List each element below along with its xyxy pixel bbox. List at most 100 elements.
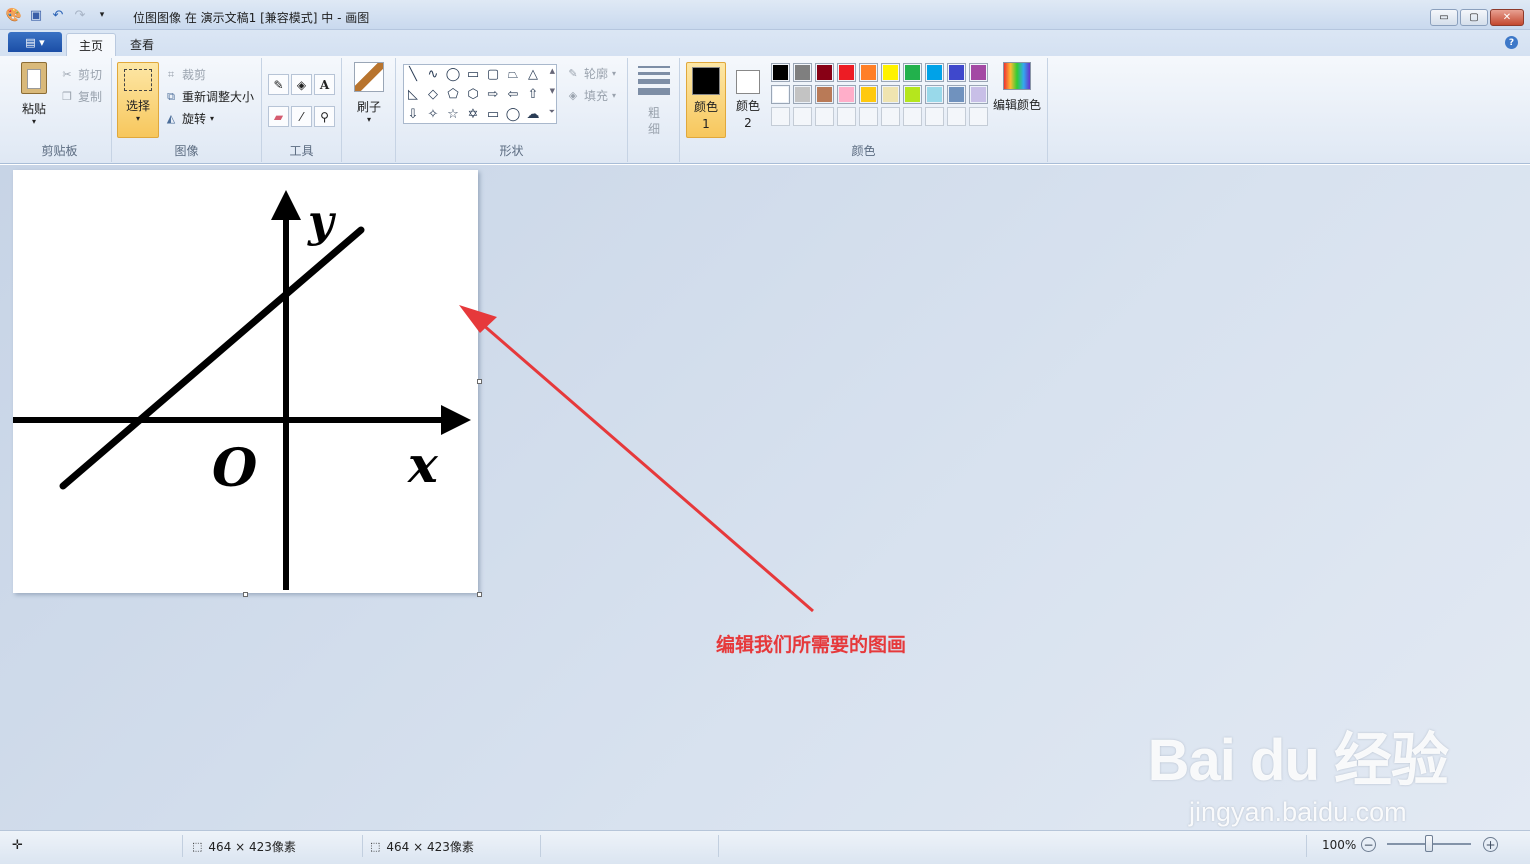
save-icon[interactable]: ▣: [28, 7, 44, 23]
palette-empty-swatch[interactable]: [925, 107, 944, 126]
zoom-out-icon[interactable]: −: [1361, 837, 1376, 852]
help-icon[interactable]: ?: [1505, 36, 1518, 49]
size-button[interactable]: 粗细: [636, 66, 672, 137]
palette-empty-swatch[interactable]: [881, 107, 900, 126]
palette-swatch[interactable]: [793, 63, 812, 82]
palette-empty-swatch[interactable]: [793, 107, 812, 126]
palette-empty-swatch[interactable]: [859, 107, 878, 126]
palette-swatch[interactable]: [969, 63, 988, 82]
palette-swatch[interactable]: [815, 85, 834, 104]
palette-empty-swatch[interactable]: [771, 107, 790, 126]
rounded-rect-shape-icon[interactable]: ▢: [484, 65, 502, 83]
paste-label: 粘贴: [21, 102, 46, 116]
hexagon-shape-icon[interactable]: ⬡: [464, 85, 482, 103]
palette-swatch[interactable]: [925, 63, 944, 82]
cloud-callout-shape-icon[interactable]: ☁: [524, 105, 542, 123]
rect-callout-shape-icon[interactable]: ▭: [484, 105, 502, 123]
select-button[interactable]: 选择 ▾: [117, 62, 159, 138]
palette-swatch[interactable]: [947, 63, 966, 82]
pencil-icon[interactable]: ✎: [268, 74, 289, 95]
up-arrow-shape-icon[interactable]: ⇧: [524, 85, 542, 103]
line-shape-icon[interactable]: ╲: [404, 65, 422, 83]
fill-bucket-icon[interactable]: ◈: [291, 74, 312, 95]
oval-shape-icon[interactable]: ◯: [444, 65, 462, 83]
palette-swatch[interactable]: [815, 63, 834, 82]
color-picker-icon[interactable]: ⁄: [291, 106, 312, 127]
right-triangle-shape-icon[interactable]: ◺: [404, 85, 422, 103]
tab-view[interactable]: 查看: [118, 33, 166, 56]
swatch-color: [927, 65, 942, 80]
text-tool-icon[interactable]: A: [314, 74, 335, 95]
palette-swatch[interactable]: [771, 63, 790, 82]
resize-label: 重新调整大小: [182, 90, 255, 104]
status-separator: [362, 835, 363, 857]
polygon-shape-icon[interactable]: ⏢: [504, 65, 522, 83]
redo-icon[interactable]: ↷: [72, 7, 88, 23]
curve-shape-icon[interactable]: ∿: [424, 65, 442, 83]
resize-icon: ⧉: [167, 89, 175, 103]
palette-swatch[interactable]: [969, 85, 988, 104]
palette-swatch[interactable]: [903, 85, 922, 104]
right-arrow-shape-icon[interactable]: ⇨: [484, 85, 502, 103]
swatch-color: [971, 87, 986, 102]
resize-button[interactable]: ⧉ 重新调整大小: [164, 88, 254, 105]
triangle-shape-icon[interactable]: △: [524, 65, 542, 83]
rectangle-shape-icon[interactable]: ▭: [464, 65, 482, 83]
four-point-star-shape-icon[interactable]: ✧: [424, 105, 442, 123]
gallery-scroll-up-icon[interactable]: ▲: [550, 67, 555, 75]
close-button[interactable]: ✕: [1490, 9, 1524, 26]
shapes-group-label: 形状: [499, 144, 524, 158]
minimize-button[interactable]: ▭: [1430, 9, 1458, 26]
customize-qat-icon[interactable]: ▾: [94, 7, 110, 23]
palette-swatch[interactable]: [793, 85, 812, 104]
palette-empty-swatch[interactable]: [969, 107, 988, 126]
paint-app-icon[interactable]: 🎨: [6, 7, 22, 23]
swatch-color: [905, 87, 920, 102]
palette-swatch[interactable]: [837, 85, 856, 104]
oval-callout-shape-icon[interactable]: ◯: [504, 105, 522, 123]
cursor-position: ✛: [12, 838, 23, 853]
palette-swatch[interactable]: [903, 63, 922, 82]
app-menu-button[interactable]: ▤ ▾: [8, 32, 62, 52]
zoom-in-icon[interactable]: +: [1483, 837, 1498, 852]
maximize-button[interactable]: ▢: [1460, 9, 1488, 26]
tab-home[interactable]: 主页: [66, 33, 117, 56]
crop-label: 裁剪: [182, 68, 207, 82]
brushes-button[interactable]: 刷子 ▾: [348, 62, 390, 124]
palette-swatch[interactable]: [881, 85, 900, 104]
six-point-star-shape-icon[interactable]: ✡: [464, 105, 482, 123]
outline-button[interactable]: ✎ 轮廓 ▾: [566, 65, 616, 82]
fill-button[interactable]: ◈ 填充 ▾: [566, 87, 616, 104]
undo-icon[interactable]: ↶: [50, 7, 66, 23]
magnifier-icon[interactable]: ⚲: [314, 106, 335, 127]
left-arrow-shape-icon[interactable]: ⇦: [504, 85, 522, 103]
crop-button[interactable]: ⌗ 裁剪: [164, 66, 206, 83]
palette-swatch[interactable]: [859, 63, 878, 82]
paste-button[interactable]: 粘贴 ▾: [14, 62, 54, 126]
rotate-button[interactable]: ◭ 旋转 ▾: [164, 110, 214, 127]
palette-swatch[interactable]: [837, 63, 856, 82]
copy-button[interactable]: ❐ 复制: [60, 88, 102, 105]
palette-swatch[interactable]: [771, 85, 790, 104]
palette-empty-swatch[interactable]: [837, 107, 856, 126]
palette-empty-swatch[interactable]: [903, 107, 922, 126]
eraser-icon[interactable]: ▰: [268, 106, 289, 127]
diamond-shape-icon[interactable]: ◇: [424, 85, 442, 103]
color2-button[interactable]: 颜色 2: [730, 62, 766, 138]
zoom-slider-thumb[interactable]: [1425, 835, 1433, 852]
palette-swatch[interactable]: [881, 63, 900, 82]
cut-button[interactable]: ✂ 剪切: [60, 66, 102, 83]
swatch-color: [883, 87, 898, 102]
palette-swatch[interactable]: [947, 85, 966, 104]
five-point-star-shape-icon[interactable]: ☆: [444, 105, 462, 123]
gallery-expand-icon[interactable]: ⏷: [549, 107, 555, 117]
palette-swatch[interactable]: [859, 85, 878, 104]
down-arrow-shape-icon[interactable]: ⇩: [404, 105, 422, 123]
palette-empty-swatch[interactable]: [947, 107, 966, 126]
palette-swatch[interactable]: [925, 85, 944, 104]
edit-colors-button[interactable]: 编辑颜色: [990, 62, 1044, 113]
palette-empty-swatch[interactable]: [815, 107, 834, 126]
pentagon-shape-icon[interactable]: ⬠: [444, 85, 462, 103]
color1-button[interactable]: 颜色 1: [686, 62, 726, 138]
gallery-scroll-down-icon[interactable]: ▼: [550, 87, 555, 95]
